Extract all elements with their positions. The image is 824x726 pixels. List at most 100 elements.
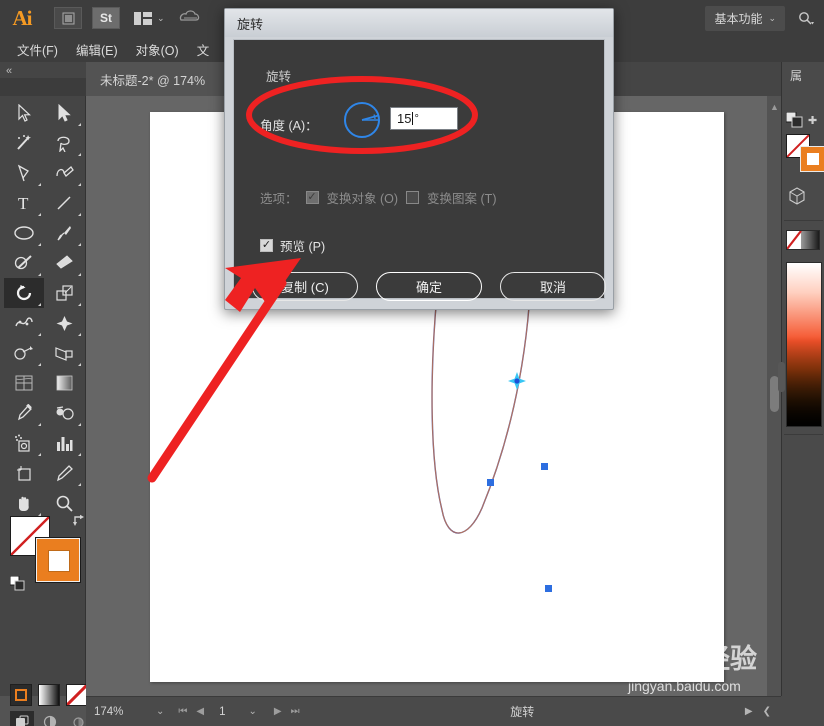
- preview-row[interactable]: ✓ 预览 (P): [260, 236, 325, 255]
- tool-magic-wand[interactable]: [4, 128, 44, 158]
- zoom-level[interactable]: 174%: [86, 706, 142, 718]
- tool-selection[interactable]: [4, 98, 44, 128]
- ok-button[interactable]: 确定: [376, 272, 482, 301]
- tool-mesh[interactable]: [4, 368, 44, 398]
- previous-artboard-icon[interactable]: ◀: [196, 706, 204, 717]
- gradient-bar[interactable]: [786, 230, 820, 250]
- tool-flyout-indicator: [78, 243, 81, 246]
- tool-flyout-indicator: [78, 453, 81, 456]
- tool-perspective-grid[interactable]: [44, 338, 84, 368]
- panel-resize-handle[interactable]: [778, 362, 785, 392]
- tool-line-segment[interactable]: [44, 188, 84, 218]
- status-bar: 174% ⌄ ⏮ ◀ 1 ⌄ ▶ ⏭ 旋转 ▶ ❮: [86, 696, 781, 726]
- tool-lasso[interactable]: [44, 128, 84, 158]
- tool-gradient[interactable]: [44, 368, 84, 398]
- tool-width[interactable]: [4, 308, 44, 338]
- current-tool-indicator[interactable]: 旋转: [300, 703, 745, 720]
- cloud-libraries-icon[interactable]: [179, 9, 201, 27]
- 3d-cube-icon[interactable]: [788, 187, 806, 210]
- bridge-icon[interactable]: [54, 7, 82, 29]
- angle-input[interactable]: 15 °: [390, 107, 458, 130]
- panel-divider: [784, 220, 823, 221]
- menu-object[interactable]: 对象(O): [127, 37, 188, 62]
- collapse-icon[interactable]: ❮: [763, 706, 771, 717]
- canvas-vertical-scrollbar[interactable]: ▲: [767, 96, 781, 696]
- tool-curvature[interactable]: [44, 158, 84, 188]
- tool-shaper[interactable]: [4, 248, 44, 278]
- none-mode-button[interactable]: [66, 684, 88, 706]
- tool-scale[interactable]: [44, 278, 84, 308]
- tool-rotate[interactable]: [4, 278, 44, 308]
- fill-mode-row: [10, 684, 88, 706]
- status-bar-right: ▶ ❮: [745, 706, 781, 717]
- illustrator-window: Ai St ⌄ 基本功能 ⌄ 文件(F) 编辑(E) 对象(O) 文 « 未标题…: [0, 0, 824, 726]
- play-icon[interactable]: ▶: [745, 706, 753, 717]
- menu-file[interactable]: 文件(F): [8, 37, 67, 62]
- panel-fill-swatch[interactable]: [800, 146, 824, 172]
- panel-fill-stroke: [786, 134, 824, 178]
- color-mode-button[interactable]: [10, 684, 32, 706]
- menu-edit[interactable]: 编辑(E): [67, 37, 127, 62]
- scroll-up-icon[interactable]: ▲: [770, 102, 779, 112]
- rotate-dialog[interactable]: 旋转 旋转 角度 (A)： 15° 选项： ✓ 变换对象 (O) ✓: [224, 8, 614, 310]
- fill-swatch[interactable]: [36, 538, 80, 582]
- tool-ellipse[interactable]: [4, 218, 44, 248]
- default-fill-stroke-icon[interactable]: [9, 575, 26, 592]
- status-bar-corner: [781, 696, 824, 726]
- tool-paintbrush[interactable]: [44, 218, 84, 248]
- angle-dial[interactable]: [342, 100, 382, 140]
- tool-hand[interactable]: [4, 488, 44, 518]
- workspace-label: 基本功能: [714, 11, 763, 26]
- options-row: 选项： ✓ 变换对象 (O) ✓ 变换图案 (T): [260, 188, 496, 207]
- tool-flyout-indicator: [78, 363, 81, 366]
- tool-flyout-indicator: [38, 303, 41, 306]
- tool-flyout-indicator: [38, 213, 41, 216]
- tool-eyedropper[interactable]: [4, 398, 44, 428]
- color-ramp[interactable]: [786, 262, 822, 427]
- preview-checkbox[interactable]: ✓: [260, 239, 273, 252]
- copy-button[interactable]: 复制 (C): [252, 272, 358, 301]
- tool-flyout-indicator: [78, 423, 81, 426]
- dual-swatch-icon[interactable]: [785, 111, 804, 128]
- tool-flyout-indicator: [38, 273, 41, 276]
- artboard-dropdown-icon[interactable]: ⌄: [241, 706, 265, 717]
- tool-flyout-indicator: [38, 423, 41, 426]
- tool-flyout-indicator: [38, 453, 41, 456]
- arrow-icon[interactable]: ✚: [808, 114, 817, 127]
- collapse-panels-icon[interactable]: «: [6, 65, 12, 77]
- tool-flyout-indicator: [78, 303, 81, 306]
- tool-eraser[interactable]: [44, 248, 84, 278]
- artboard-number[interactable]: 1: [213, 706, 231, 718]
- application-bar-right: 基本功能 ⌄: [705, 0, 824, 36]
- tool-pen[interactable]: [4, 158, 44, 188]
- tool-slice[interactable]: [44, 458, 84, 488]
- tool-flyout-indicator: [38, 243, 41, 246]
- dialog-button-row: 复制 (C) 确定 取消: [252, 272, 606, 301]
- tool-flyout-indicator: [78, 183, 81, 186]
- swap-fill-stroke-icon[interactable]: [72, 514, 86, 530]
- tool-artboard[interactable]: [4, 458, 44, 488]
- document-tab[interactable]: 未标题-2* @ 174%: [86, 62, 246, 96]
- tool-shape-builder[interactable]: [4, 338, 44, 368]
- next-artboard-icon[interactable]: ▶: [274, 706, 282, 717]
- workspace-switcher[interactable]: 基本功能 ⌄: [705, 5, 785, 31]
- cancel-button[interactable]: 取消: [500, 272, 606, 301]
- menu-type[interactable]: 文: [188, 37, 219, 62]
- artboard-navigation: ⏮ ◀ 1 ⌄ ▶ ⏭: [178, 706, 299, 718]
- tool-blend[interactable]: [44, 398, 84, 428]
- illustrator-logo: Ai: [12, 5, 33, 30]
- first-artboard-icon[interactable]: ⏮: [178, 706, 187, 717]
- gradient-mode-button[interactable]: [38, 684, 60, 706]
- draw-normal-button[interactable]: [10, 711, 34, 726]
- arrange-documents-icon[interactable]: ⌄: [134, 11, 165, 25]
- stock-icon[interactable]: St: [92, 7, 120, 29]
- last-artboard-icon[interactable]: ⏭: [291, 706, 300, 717]
- tool-direct-selection[interactable]: [44, 98, 84, 128]
- draw-behind-button[interactable]: [38, 711, 62, 726]
- tool-column-graph[interactable]: [44, 428, 84, 458]
- zoom-dropdown-icon[interactable]: ⌄: [142, 706, 178, 717]
- tool-symbol-sprayer[interactable]: [4, 428, 44, 458]
- tool-free-transform[interactable]: [44, 308, 84, 338]
- search-icon[interactable]: [797, 11, 814, 26]
- tool-type[interactable]: T: [4, 188, 44, 218]
